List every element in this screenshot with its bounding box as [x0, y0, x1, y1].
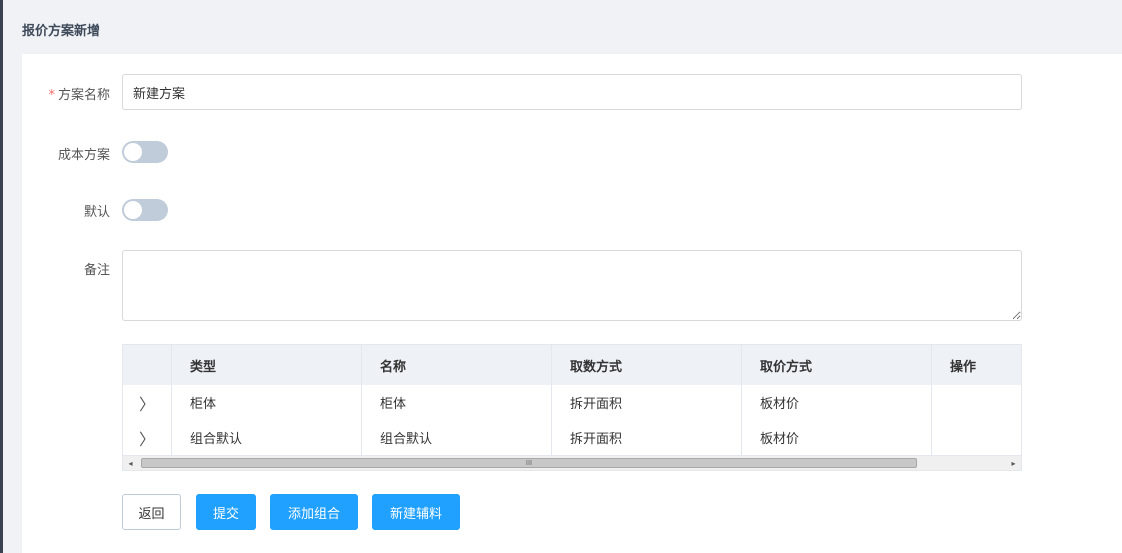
switch-knob	[124, 143, 142, 161]
cell-name: 柜体	[362, 385, 552, 420]
expand-cell[interactable]: 〉	[123, 385, 172, 420]
scroll-right-icon[interactable]: ▸	[1006, 456, 1021, 470]
back-button[interactable]: 返回	[122, 494, 181, 530]
plan-name-label: * 方案名称	[22, 84, 110, 103]
page-title: 报价方案新增	[22, 24, 101, 39]
plan-name-label-text: 方案名称	[57, 88, 110, 103]
header-name: 名称	[362, 345, 552, 385]
submit-button[interactable]: 提交	[196, 494, 256, 530]
scrollbar-grip: III	[525, 459, 533, 467]
scroll-left-icon[interactable]: ◂	[123, 456, 138, 470]
header-type: 类型	[172, 345, 362, 385]
cost-plan-label: 成本方案	[57, 148, 110, 163]
remark-textarea[interactable]	[122, 250, 1022, 321]
page-header: 报价方案新增	[3, 0, 1122, 54]
expand-cell[interactable]: 〉	[123, 420, 172, 455]
header-price-method: 取价方式	[742, 345, 932, 385]
horizontal-scrollbar[interactable]: ◂ III ▸	[123, 455, 1021, 470]
new-material-button[interactable]: 新建辅料	[372, 494, 460, 530]
cost-plan-switch[interactable]	[122, 141, 168, 163]
cell-actions	[932, 385, 1021, 420]
header-actions: 操作	[950, 359, 977, 375]
table-row: 〉 组合默认 组合默认 拆开面积 板材价	[123, 420, 1021, 456]
switch-knob	[124, 201, 142, 219]
remark-label: 备注	[83, 263, 110, 278]
cell-type: 柜体	[172, 385, 362, 420]
table-header-row: 类型 名称 取数方式 取价方式 操作	[123, 345, 1021, 386]
required-mark: *	[48, 88, 55, 103]
add-group-button[interactable]: 添加组合	[270, 494, 358, 530]
plan-name-input[interactable]	[122, 74, 1022, 110]
header-expand-cell	[123, 345, 172, 385]
cell-type: 组合默认	[172, 420, 362, 455]
cell-name: 组合默认	[362, 420, 552, 455]
chevron-right-icon[interactable]: 〉	[139, 391, 155, 415]
header-fetch-method: 取数方式	[552, 345, 742, 385]
left-edge-bar	[0, 0, 3, 553]
form-card: *方案名称 成本方案 默认 备注 类型 名称 取数方式 取价方式 操作 〉 柜体…	[22, 54, 1122, 553]
scrollbar-thumb[interactable]: III	[141, 458, 917, 468]
combination-table: 类型 名称 取数方式 取价方式 操作 〉 柜体 柜体 拆开面积 板材价 〉 组合…	[122, 344, 1022, 471]
cell-price-method: 板材价	[742, 385, 932, 420]
table-row: 〉 柜体 柜体 拆开面积 板材价	[123, 385, 1021, 421]
cell-fetch-method: 拆开面积	[552, 385, 742, 420]
default-label: 默认	[83, 205, 110, 220]
cell-price-method: 板材价	[742, 420, 932, 455]
chevron-right-icon[interactable]: 〉	[139, 426, 155, 450]
default-switch[interactable]	[122, 199, 168, 221]
cell-fetch-method: 拆开面积	[552, 420, 742, 455]
cell-actions	[932, 420, 1021, 455]
